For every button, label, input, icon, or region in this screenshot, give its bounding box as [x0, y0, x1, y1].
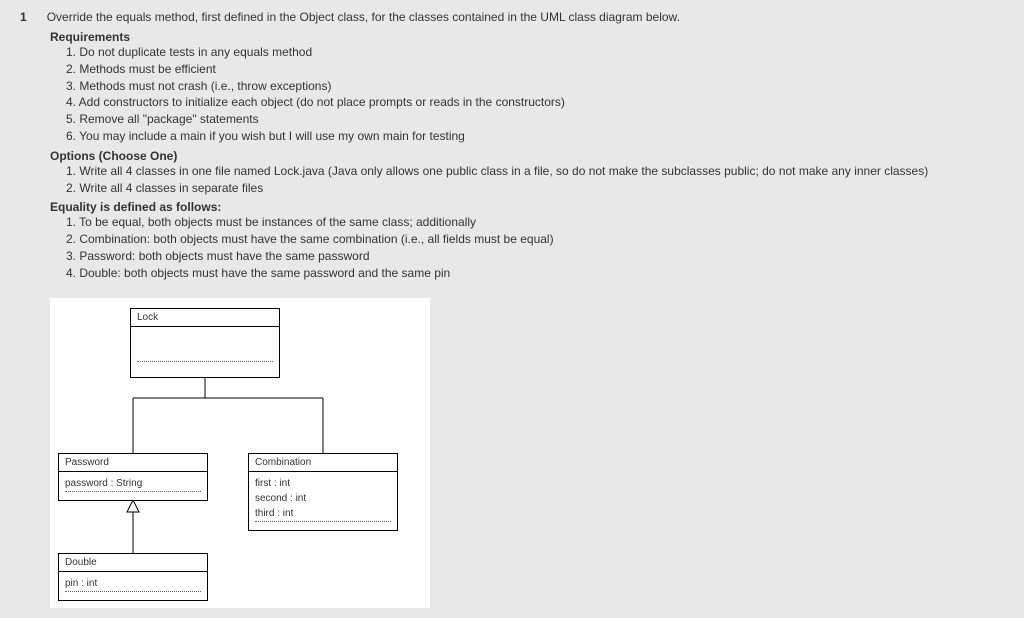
- uml-class-name: Combination: [249, 454, 397, 472]
- uml-diagram: Lock Password password : String Combinat…: [50, 298, 430, 608]
- option-item: 1. Write all 4 classes in one file named…: [66, 163, 1004, 180]
- uml-class-lock: Lock: [130, 308, 280, 378]
- requirements-title: Requirements: [50, 30, 1004, 44]
- option-item: 2. Write all 4 classes in separate files: [66, 180, 1004, 197]
- uml-attribute: third : int: [255, 506, 391, 522]
- uml-class-password: Password password : String: [58, 453, 208, 501]
- equality-item: 4. Double: both objects must have the sa…: [66, 265, 1004, 282]
- question-number: 1: [20, 10, 27, 24]
- requirement-item: 3. Methods must not crash (i.e., throw e…: [66, 78, 1004, 95]
- requirement-item: 4. Add constructors to initialize each o…: [66, 94, 1004, 111]
- question-text: Override the equals method, first define…: [47, 10, 680, 24]
- requirements-list: 1. Do not duplicate tests in any equals …: [66, 44, 1004, 145]
- uml-class-name: Double: [59, 554, 207, 572]
- requirement-item: 5. Remove all "package" statements: [66, 111, 1004, 128]
- equality-item: 2. Combination: both objects must have t…: [66, 231, 1004, 248]
- uml-attribute: first : int: [255, 476, 391, 491]
- options-list: 1. Write all 4 classes in one file named…: [66, 163, 1004, 197]
- equality-item: 3. Password: both objects must have the …: [66, 248, 1004, 265]
- uml-class-combination: Combination first : int second : int thi…: [248, 453, 398, 531]
- uml-class-name: Password: [59, 454, 207, 472]
- requirement-item: 2. Methods must be efficient: [66, 61, 1004, 78]
- uml-attribute: pin : int: [65, 576, 201, 592]
- equality-list: 1. To be equal, both objects must be ins…: [66, 214, 1004, 281]
- equality-item: 1. To be equal, both objects must be ins…: [66, 214, 1004, 231]
- uml-attribute: password : String: [65, 476, 201, 492]
- equality-title: Equality is defined as follows:: [50, 200, 1004, 214]
- uml-class-double: Double pin : int: [58, 553, 208, 601]
- requirement-item: 6. You may include a main if you wish bu…: [66, 128, 1004, 145]
- requirement-item: 1. Do not duplicate tests in any equals …: [66, 44, 1004, 61]
- uml-attribute: second : int: [255, 491, 391, 506]
- uml-class-name: Lock: [131, 309, 279, 327]
- options-title: Options (Choose One): [50, 149, 1004, 163]
